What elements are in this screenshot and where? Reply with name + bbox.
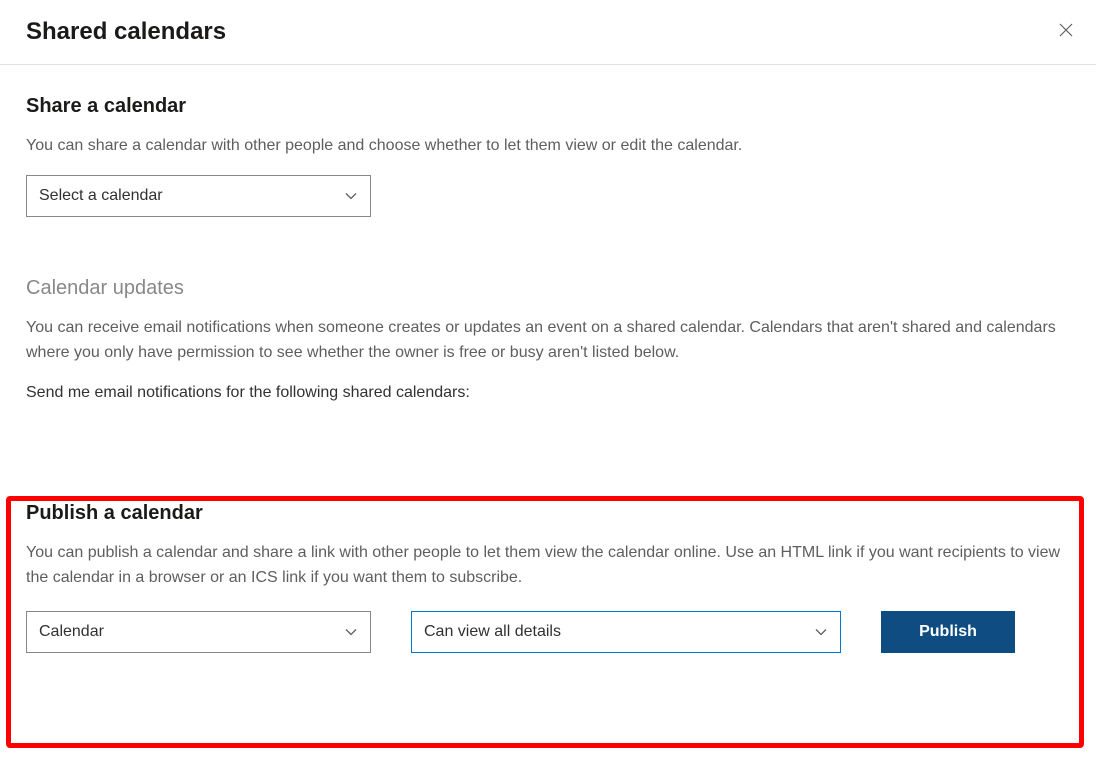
publish-description: You can publish a calendar and share a l… xyxy=(26,541,1070,591)
publish-calendar-select-value: Calendar xyxy=(39,623,104,641)
updates-subtext: Send me email notifications for the foll… xyxy=(26,381,1070,406)
publish-button[interactable]: Publish xyxy=(881,611,1015,653)
share-calendar-select[interactable]: Select a calendar xyxy=(26,175,371,217)
publish-calendar-select[interactable]: Calendar xyxy=(26,611,371,653)
publish-controls: Calendar Can view all details Publish xyxy=(26,611,1070,653)
chevron-down-icon xyxy=(814,625,828,639)
share-section: Share a calendar You can share a calenda… xyxy=(26,65,1070,217)
publish-section: Publish a calendar You can publish a cal… xyxy=(26,422,1070,653)
dialog-content: Share a calendar You can share a calenda… xyxy=(0,65,1096,653)
updates-description: You can receive email notifications when… xyxy=(26,316,1070,366)
updates-title: Calendar updates xyxy=(26,277,1070,300)
dialog-header: Shared calendars xyxy=(0,0,1096,65)
publish-button-label: Publish xyxy=(919,623,977,641)
share-title: Share a calendar xyxy=(26,95,1070,118)
close-icon xyxy=(1058,22,1074,41)
publish-permission-select[interactable]: Can view all details xyxy=(411,611,841,653)
close-button[interactable] xyxy=(1054,18,1078,45)
share-description: You can share a calendar with other peop… xyxy=(26,134,1070,159)
publish-title: Publish a calendar xyxy=(26,502,1070,525)
publish-permission-select-value: Can view all details xyxy=(424,623,561,641)
share-calendar-select-value: Select a calendar xyxy=(39,187,163,205)
dialog-title: Shared calendars xyxy=(26,18,226,46)
chevron-down-icon xyxy=(344,625,358,639)
chevron-down-icon xyxy=(344,189,358,203)
updates-section: Calendar updates You can receive email n… xyxy=(26,217,1070,406)
